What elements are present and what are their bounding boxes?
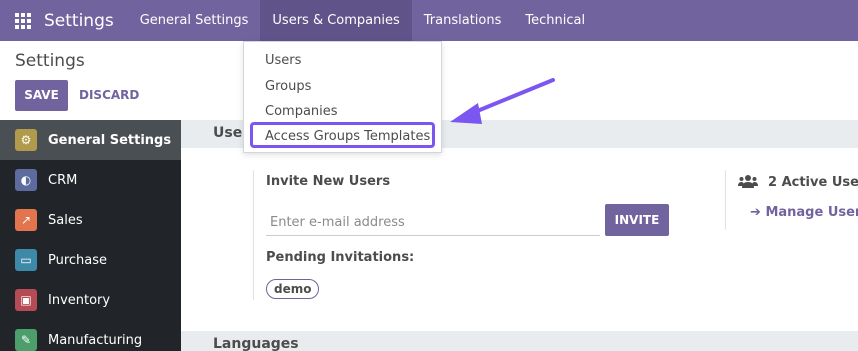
sidebar-item-general-settings[interactable]: ⚙ General Settings [0,120,181,160]
nav-translations[interactable]: Translations [412,0,514,41]
wrench-icon: ✎ [15,329,37,351]
manage-users-link[interactable]: ➔ Manage Users [750,205,858,220]
sidebar-item-label: Manufacturing [48,332,143,348]
card-icon: ▭ [15,249,37,271]
pending-invitations-label: Pending Invitations: [266,250,415,265]
sidebar-item-purchase[interactable]: ▭ Purchase [0,240,181,280]
discard-button[interactable]: DISCARD [79,80,139,111]
divider [253,170,254,300]
sidebar-item-sales[interactable]: ↗ Sales [0,200,181,240]
active-users-count: 2 Active Users [768,175,858,190]
handshake-icon: ◐ [15,169,37,191]
nav-general-settings[interactable]: General Settings [128,0,261,41]
sidebar-item-manufacturing[interactable]: ✎ Manufacturing [0,320,181,351]
sidebar-item-label: Inventory [48,292,111,308]
gear-icon: ⚙ [15,129,37,151]
divider [725,170,726,230]
nav-technical[interactable]: Technical [513,0,597,41]
sidebar-item-label: General Settings [48,132,172,148]
sidebar-item-label: Sales [48,212,83,228]
email-input[interactable] [266,210,600,236]
sidebar-item-label: CRM [48,172,78,188]
settings-sidebar: ⚙ General Settings ◐ CRM ↗ Sales ▭ Purch… [0,120,181,351]
pending-invitation-badge[interactable]: demo [266,279,320,299]
manage-users-label: Manage Users [765,205,858,220]
languages-section-title: Languages [213,336,299,351]
languages-section-header: Languages [181,331,858,351]
users-icon [738,175,758,188]
top-navbar: Settings General Settings Users & Compan… [0,0,858,41]
arrow-right-icon: ➔ [750,205,761,220]
nav-users-companies[interactable]: Users & Companies [260,0,412,41]
sidebar-item-crm[interactable]: ◐ CRM [0,160,181,200]
invite-label: Invite New Users [266,174,391,189]
sidebar-item-inventory[interactable]: ▣ Inventory [0,280,181,320]
menu-item-groups[interactable]: Groups [265,79,311,94]
app-title[interactable]: Settings [44,11,114,31]
page-title: Settings [15,51,85,71]
highlight-box [250,122,435,148]
sidebar-item-label: Purchase [48,252,108,268]
apps-menu-icon[interactable] [15,12,31,29]
chart-icon: ↗ [15,209,37,231]
save-button[interactable]: SAVE [15,80,68,111]
menu-item-companies[interactable]: Companies [265,104,338,119]
menu-item-users[interactable]: Users [265,53,301,68]
box-icon: ▣ [15,289,37,311]
invite-button[interactable]: INVITE [605,204,669,236]
